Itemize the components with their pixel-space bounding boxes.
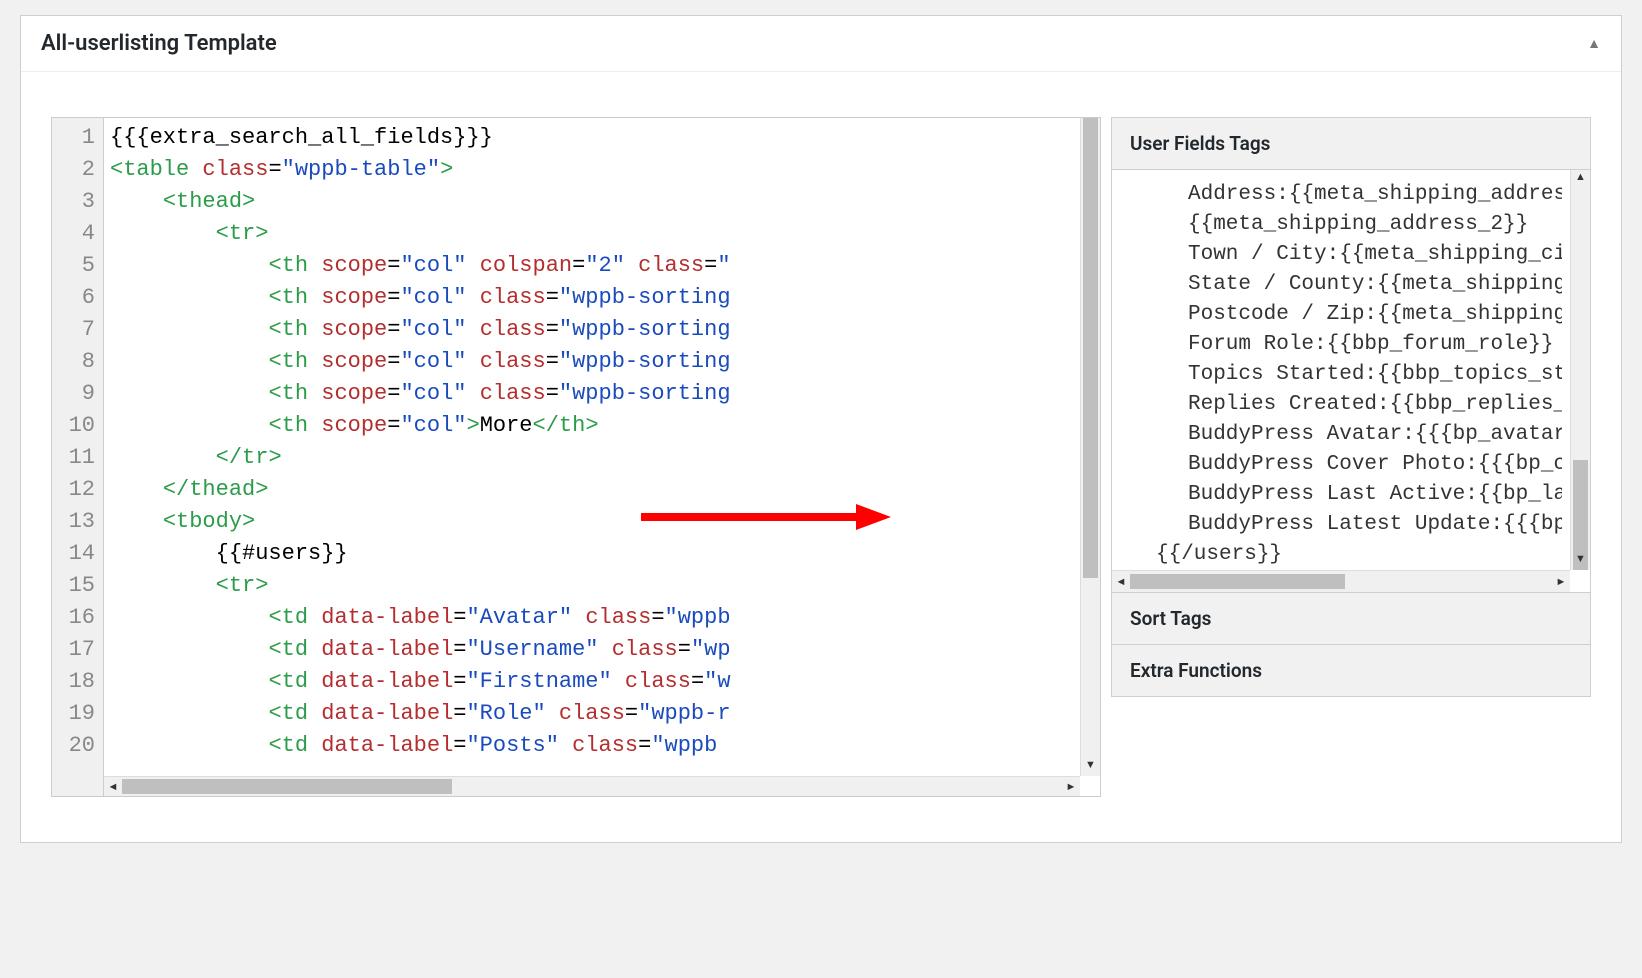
- tag-item[interactable]: {{meta_shipping_address_2}}: [1156, 210, 1562, 240]
- scroll-thumb[interactable]: [122, 779, 452, 794]
- scroll-right-icon[interactable]: ►: [1062, 777, 1080, 796]
- scroll-thumb[interactable]: [1083, 118, 1098, 578]
- code-area[interactable]: {{{extra_search_all_fields}}}<table clas…: [104, 118, 1100, 766]
- tag-item[interactable]: Town / City:{{meta_shipping_ci: [1156, 240, 1562, 270]
- extra-functions-section[interactable]: Extra Functions: [1111, 644, 1591, 697]
- tag-item[interactable]: Postcode / Zip:{{meta_shipping: [1156, 300, 1562, 330]
- tag-item[interactable]: Replies Created:{{bbp_replies_: [1156, 390, 1562, 420]
- panel-title: All-userlisting Template: [41, 31, 277, 56]
- code-vertical-scrollbar[interactable]: ▼: [1080, 118, 1100, 776]
- section-heading: Sort Tags: [1112, 593, 1590, 644]
- code-editor[interactable]: 1234567891011121314151617181920 {{{extra…: [51, 117, 1101, 797]
- tag-item[interactable]: Topics Started:{{bbp_topics_st: [1156, 360, 1562, 390]
- tag-item[interactable]: {{/users}}: [1156, 540, 1562, 570]
- scroll-left-icon[interactable]: ◄: [1112, 571, 1130, 592]
- user-fields-tags-section: User Fields Tags Address:{{meta_shipping…: [1111, 117, 1591, 593]
- code-gutter: 1234567891011121314151617181920: [52, 118, 104, 796]
- code-scroll: {{{extra_search_all_fields}}}<table clas…: [104, 118, 1100, 796]
- tag-item[interactable]: BuddyPress Cover Photo:{{{bp_c: [1156, 450, 1562, 480]
- scroll-right-icon[interactable]: ►: [1552, 571, 1570, 592]
- tag-item[interactable]: Forum Role:{{bbp_forum_role}}: [1156, 330, 1562, 360]
- tag-item[interactable]: BuddyPress Latest Update:{{{bp: [1156, 510, 1562, 540]
- tags-sidebar: User Fields Tags Address:{{meta_shipping…: [1111, 117, 1591, 797]
- panel-body: 1234567891011121314151617181920 {{{extra…: [21, 72, 1621, 842]
- scroll-down-icon[interactable]: ▼: [1571, 552, 1590, 570]
- code-horizontal-scrollbar[interactable]: ◄ ►: [104, 776, 1080, 796]
- tag-item[interactable]: BuddyPress Avatar:{{{bp_avatar: [1156, 420, 1562, 450]
- scroll-up-icon[interactable]: ▲: [1571, 170, 1590, 188]
- tag-item[interactable]: State / County:{{meta_shipping: [1156, 270, 1562, 300]
- sort-tags-section[interactable]: Sort Tags: [1111, 592, 1591, 645]
- scroll-left-icon[interactable]: ◄: [104, 777, 122, 796]
- tags-vertical-scrollbar[interactable]: ▲ ▼: [1570, 170, 1590, 570]
- tag-item[interactable]: Address:{{meta_shipping_addres: [1156, 180, 1562, 210]
- section-heading: Extra Functions: [1112, 645, 1590, 696]
- tags-pane: Address:{{meta_shipping_addres{{meta_shi…: [1112, 169, 1590, 592]
- tags-list[interactable]: Address:{{meta_shipping_addres{{meta_shi…: [1112, 180, 1590, 570]
- panel-header: All-userlisting Template ▲: [21, 16, 1621, 72]
- scroll-down-icon[interactable]: ▼: [1081, 758, 1100, 776]
- collapse-toggle-icon[interactable]: ▲: [1587, 35, 1601, 52]
- tags-horizontal-scrollbar[interactable]: ◄ ►: [1112, 570, 1570, 592]
- template-panel: All-userlisting Template ▲ 1234567891011…: [20, 15, 1622, 843]
- section-heading[interactable]: User Fields Tags: [1112, 118, 1590, 169]
- tag-item[interactable]: BuddyPress Last Active:{{bp_la: [1156, 480, 1562, 510]
- scroll-thumb[interactable]: [1130, 574, 1345, 589]
